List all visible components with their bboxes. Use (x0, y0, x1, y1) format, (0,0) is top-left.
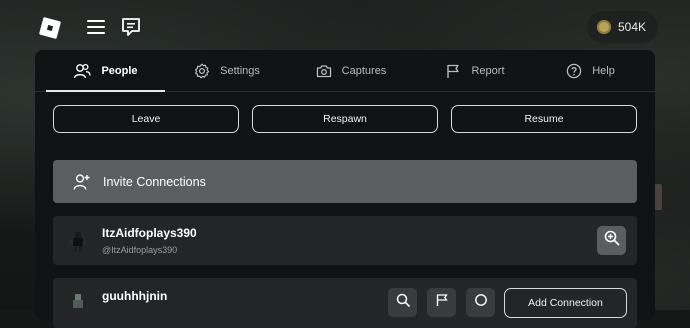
leave-button[interactable]: Leave (53, 105, 239, 133)
player-display-name: guuhhhjnin (102, 289, 168, 303)
tab-label: Settings (220, 64, 260, 77)
player-row[interactable]: ItzAidfoplays390 @ItzAidfoplays390 (53, 216, 637, 265)
add-connection-label: Add Connection (528, 297, 603, 309)
background-object (654, 184, 662, 210)
tab-people[interactable]: People (46, 50, 165, 92)
robux-balance[interactable]: 504K (586, 11, 658, 43)
inspect-button[interactable] (597, 226, 626, 255)
tab-label: Captures (341, 64, 387, 77)
report-player-button[interactable] (427, 288, 456, 317)
resume-button[interactable]: Resume (451, 105, 637, 133)
tab-settings[interactable]: Settings (165, 50, 289, 91)
flag-icon (435, 293, 449, 312)
invite-connections-button[interactable]: Invite Connections (53, 160, 637, 203)
flag-icon (445, 63, 461, 79)
add-connection-button[interactable]: Add Connection (504, 288, 627, 318)
add-person-icon (73, 173, 91, 191)
gear-icon (194, 63, 210, 79)
tab-captures[interactable]: Captures (289, 50, 413, 91)
player-username: @ItzAidfoplays390 (102, 245, 178, 255)
tab-label: People (101, 64, 138, 77)
people-icon (73, 63, 92, 79)
robux-amount: 504K (617, 20, 646, 34)
hamburger-menu-icon[interactable] (84, 14, 108, 40)
robux-icon (596, 20, 611, 34)
menu-tabs: People Settings Captures Report Help (35, 50, 655, 92)
roblox-logo-icon[interactable] (36, 14, 64, 42)
camera-icon (316, 64, 332, 78)
invite-connections-label: Invite Connections (103, 174, 206, 189)
escape-menu-panel: People Settings Captures Report Help Lea… (35, 50, 655, 328)
player-row[interactable]: guuhhhjnin Add Connection (53, 278, 637, 328)
player-display-name: ItzAidfoplays390 (102, 226, 197, 240)
tab-label: Report (471, 64, 505, 77)
help-icon (566, 63, 582, 79)
chat-icon[interactable] (118, 14, 144, 40)
chat-bubble-icon (474, 293, 488, 312)
inspect-button[interactable] (388, 288, 417, 317)
tab-help[interactable]: Help (537, 50, 644, 91)
zoom-in-icon (603, 229, 621, 252)
respawn-button[interactable]: Respawn (252, 105, 438, 133)
tab-report[interactable]: Report (413, 50, 537, 91)
chat-player-button[interactable] (466, 288, 495, 317)
tab-label: Help (592, 64, 615, 77)
avatar (65, 228, 91, 254)
avatar (65, 290, 91, 316)
